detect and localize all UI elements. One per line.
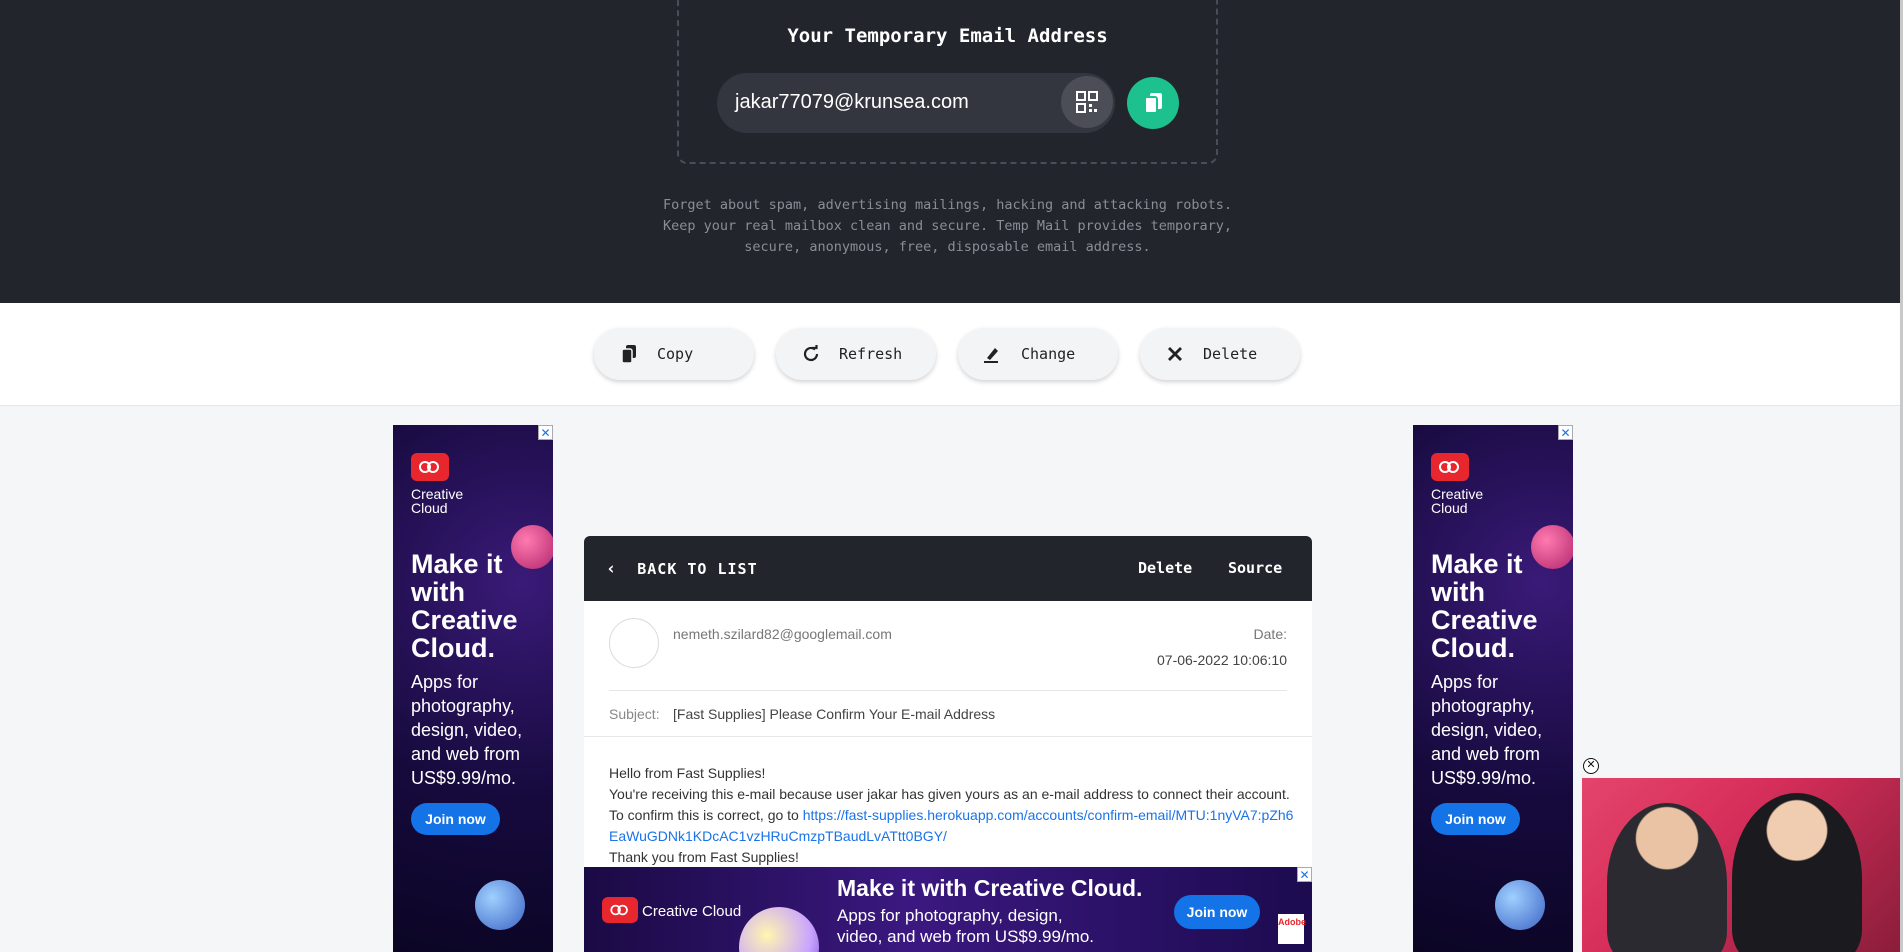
- qr-code-button[interactable]: [1061, 76, 1113, 128]
- left-side-ad[interactable]: ✕ Creative Cloud Make it with Creative C…: [393, 425, 553, 952]
- ad-subtext: Apps for photography, design, video, and…: [411, 672, 523, 788]
- refresh-button[interactable]: Refresh: [776, 328, 936, 380]
- planet-graphic: [1531, 525, 1573, 569]
- ad-brand: Creative Cloud: [411, 486, 464, 516]
- message-body: Hello from Fast Supplies! You're receivi…: [609, 763, 1299, 868]
- copy-icon: [1144, 93, 1162, 114]
- close-icon: [1165, 344, 1185, 364]
- date-label: Date:: [1253, 626, 1287, 642]
- copy-button[interactable]: Copy: [594, 328, 754, 380]
- page-title: Your Temporary Email Address: [787, 25, 1108, 47]
- planet-graphic: [511, 525, 553, 569]
- ad-subtext: Apps for photography, design, video, and…: [1431, 672, 1543, 788]
- body-text-prefix: To confirm this is correct, go to: [609, 807, 803, 823]
- bottom-banner-ad[interactable]: ✕ Creative Cloud Make it with Creative C…: [584, 867, 1312, 952]
- video-person: [1732, 793, 1862, 952]
- planet-graphic: [739, 907, 819, 952]
- planet-graphic: [1495, 880, 1545, 930]
- message-date: 07-06-2022 10:06:10: [1157, 652, 1287, 668]
- refresh-icon: [801, 344, 821, 364]
- back-to-list-button[interactable]: ‹ BACK TO LIST: [606, 536, 758, 601]
- ad-headline: Make it with Creative Cloud.: [837, 875, 1143, 901]
- copy-email-button[interactable]: [1127, 77, 1179, 129]
- delete-button[interactable]: Delete: [1140, 328, 1300, 380]
- ad-brand: Creative Cloud: [642, 903, 742, 920]
- refresh-button-label: Refresh: [839, 345, 903, 363]
- ad-close-button[interactable]: ✕: [538, 425, 553, 440]
- divider: [584, 736, 1312, 737]
- creative-cloud-logo-icon: [1431, 453, 1469, 481]
- ad-close-button[interactable]: ✕: [1297, 867, 1312, 882]
- ad-join-button[interactable]: Join now: [411, 803, 500, 835]
- ad-subtext: Apps for photography, design, video, and…: [837, 906, 1095, 946]
- action-bar: [0, 303, 1900, 406]
- delete-button-label: Delete: [1203, 345, 1258, 363]
- subject-label: Subject:: [609, 706, 660, 722]
- edit-icon: [983, 344, 1003, 364]
- body-line: Hello from Fast Supplies!: [609, 765, 766, 781]
- adobe-logo-icon: Adobe: [1278, 914, 1306, 944]
- ad-join-button[interactable]: Join now: [1431, 803, 1520, 835]
- qr-code-icon: [1076, 91, 1098, 113]
- chevron-left-icon: ‹: [606, 558, 618, 579]
- back-to-list-label: BACK TO LIST: [637, 559, 758, 578]
- change-button[interactable]: Change: [958, 328, 1118, 380]
- sender-email: nemeth.szilard82@googlemail.com: [673, 626, 892, 642]
- ad-join-button[interactable]: Join now: [1174, 895, 1260, 929]
- creative-cloud-logo-icon: [411, 453, 449, 481]
- ad-close-button[interactable]: ✕: [1558, 425, 1573, 440]
- sender-avatar: [609, 618, 659, 668]
- right-side-ad[interactable]: ✕ Creative Cloud Make it with Creative C…: [1413, 425, 1573, 952]
- floating-video-player[interactable]: [1582, 778, 1900, 952]
- email-address-text[interactable]: jakar77079@krunsea.com: [735, 91, 969, 114]
- message-subject: [Fast Supplies] Please Confirm Your E-ma…: [673, 706, 996, 722]
- creative-cloud-logo-icon: [602, 897, 638, 923]
- tagline: Forget about spam, advertising mailings,…: [663, 197, 1232, 255]
- email-address-field[interactable]: jakar77079@krunsea.com: [717, 73, 1115, 133]
- body-line: To confirm this is correct, go to https:…: [609, 805, 1299, 847]
- video-person: [1607, 803, 1727, 952]
- message-toolbar: ‹ BACK TO LIST Delete Source: [584, 536, 1312, 601]
- copy-button-label: Copy: [657, 345, 694, 363]
- divider: [609, 690, 1287, 691]
- body-line: Thank you from Fast Supplies!: [609, 849, 799, 865]
- planet-graphic: [475, 880, 525, 930]
- body-line: You're receiving this e-mail because use…: [609, 786, 1290, 802]
- view-source-button[interactable]: Source: [1228, 536, 1282, 601]
- header-section: Your Temporary Email Address jakar77079@…: [0, 0, 1900, 303]
- copy-icon: [619, 344, 639, 364]
- change-button-label: Change: [1021, 345, 1076, 363]
- delete-message-button[interactable]: Delete: [1138, 536, 1192, 601]
- video-close-button[interactable]: ✕: [1583, 758, 1599, 774]
- ad-brand: Creative Cloud: [1431, 486, 1484, 516]
